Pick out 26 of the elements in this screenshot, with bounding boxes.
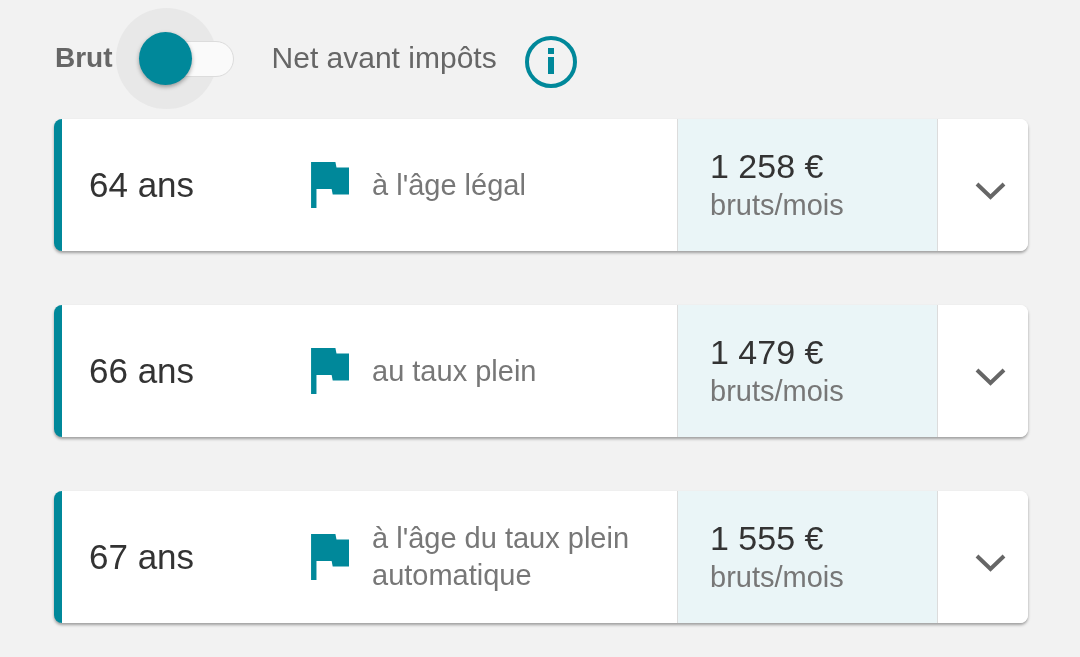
expand-button[interactable] <box>938 305 1028 437</box>
chevron-down-icon <box>975 368 1006 386</box>
amount-unit: bruts/mois <box>710 374 844 409</box>
flag-icon <box>311 348 349 394</box>
flag-icon <box>311 534 349 580</box>
chevron-down-icon <box>975 554 1006 572</box>
age-label: 67 ans <box>89 536 195 578</box>
toggle-label: Brut <box>55 41 113 75</box>
amount-unit: bruts/mois <box>710 188 844 223</box>
expand-button[interactable] <box>938 491 1028 623</box>
expand-button[interactable] <box>938 119 1028 251</box>
chevron-down-icon <box>975 182 1006 200</box>
age-label: 66 ans <box>89 350 195 392</box>
age-label: 64 ans <box>89 164 195 206</box>
toggle-label: Net avant impôts <box>271 40 497 76</box>
amount-value: 1 479 € <box>710 332 824 373</box>
flag-icon <box>311 162 349 208</box>
toggle-switch[interactable] <box>138 31 234 85</box>
description-text: à l'âge légal <box>372 167 526 203</box>
info-icon <box>524 36 577 88</box>
description-text: à l'âge du taux plein automatique <box>372 521 631 593</box>
amount-value: 1 258 € <box>710 146 824 187</box>
description-text: au taux plein <box>372 353 537 389</box>
amount-unit: bruts/mois <box>710 560 844 595</box>
info-button[interactable] <box>524 36 577 88</box>
amount-value: 1 555 € <box>710 518 824 559</box>
